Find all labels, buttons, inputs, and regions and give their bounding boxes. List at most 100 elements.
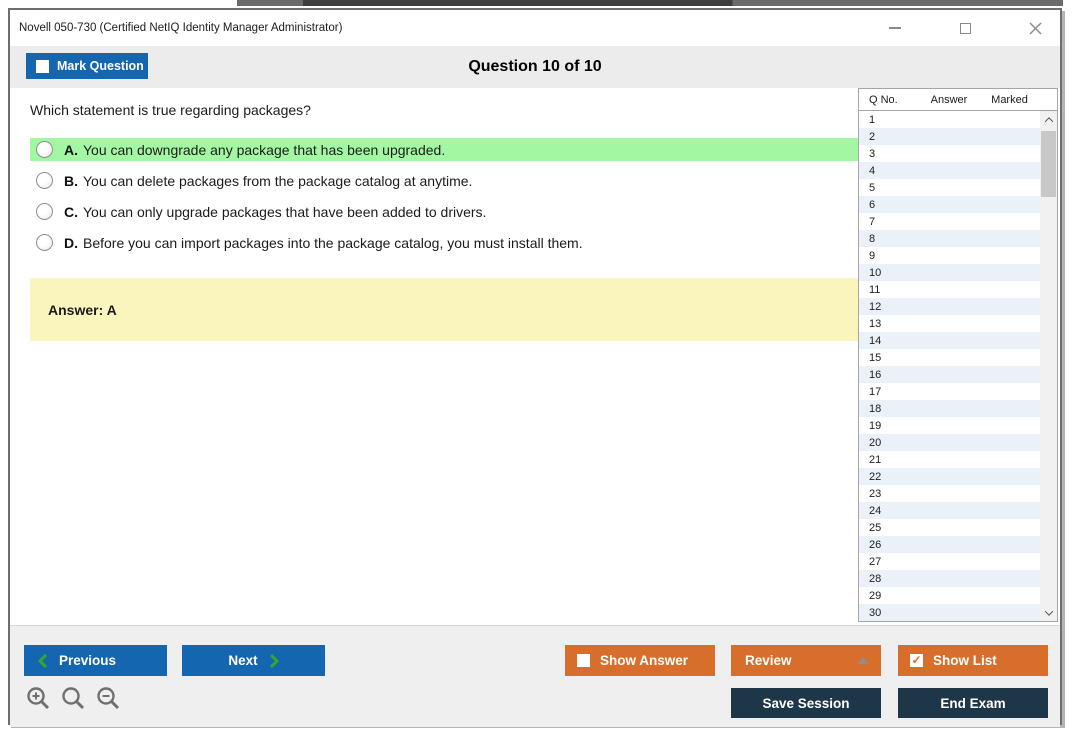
answer-label: Answer: A <box>30 302 117 318</box>
question-list-row[interactable]: 27 <box>859 553 1040 570</box>
question-list-cell-q: 19 <box>859 420 919 432</box>
close-icon <box>1029 22 1042 35</box>
maximize-icon <box>960 23 971 34</box>
question-list-cell-q: 28 <box>859 573 919 585</box>
question-list-cell-q: 8 <box>859 233 919 245</box>
question-list-cell-q: 1 <box>859 114 919 126</box>
question-list-row[interactable]: 26 <box>859 536 1040 553</box>
save-session-button[interactable]: Save Session <box>731 688 881 718</box>
option-d[interactable]: D. Before you can import packages into t… <box>30 231 860 254</box>
option-letter: A. <box>64 142 78 158</box>
question-list-row[interactable]: 22 <box>859 468 1040 485</box>
maximize-button[interactable] <box>950 15 980 41</box>
option-a-radio[interactable] <box>36 141 53 158</box>
question-list-cell-q: 16 <box>859 369 919 381</box>
question-list-panel: Q No. Answer Marked 12345678910111213141… <box>858 88 1058 622</box>
question-list-row[interactable]: 7 <box>859 213 1040 230</box>
question-list-cell-q: 22 <box>859 471 919 483</box>
show-answer-checkbox[interactable] <box>577 654 590 667</box>
show-answer-button[interactable]: Show Answer <box>565 645 715 676</box>
show-list-checkbox[interactable] <box>910 654 923 667</box>
option-c[interactable]: C. You can only upgrade packages that ha… <box>30 200 860 223</box>
question-list-cell-q: 18 <box>859 403 919 415</box>
main-content: Which statement is true regarding packag… <box>10 88 1060 625</box>
close-button[interactable] <box>1020 15 1050 41</box>
question-list-row[interactable]: 5 <box>859 179 1040 196</box>
question-list-row[interactable]: 13 <box>859 315 1040 332</box>
chevron-up-icon <box>1044 117 1052 125</box>
review-button[interactable]: Review <box>731 645 881 676</box>
question-list-cell-q: 7 <box>859 216 919 228</box>
question-list-cell-q: 21 <box>859 454 919 466</box>
question-list-row[interactable]: 18 <box>859 400 1040 417</box>
question-list-cell-q: 2 <box>859 131 919 143</box>
question-list-row[interactable]: 28 <box>859 570 1040 587</box>
question-list-row[interactable]: 2 <box>859 128 1040 145</box>
zoom-reset-icon[interactable] <box>61 686 87 712</box>
zoom-in-icon[interactable] <box>26 686 52 712</box>
window-controls <box>880 10 1050 46</box>
question-list-row[interactable]: 11 <box>859 281 1040 298</box>
title-bar: Novell 050-730 (Certified NetIQ Identity… <box>10 10 1060 46</box>
question-list-row[interactable]: 9 <box>859 247 1040 264</box>
question-list-cell-q: 10 <box>859 267 919 279</box>
question-list-row[interactable]: 21 <box>859 451 1040 468</box>
window-title: Novell 050-730 (Certified NetIQ Identity… <box>10 22 342 34</box>
header-strip: Question 10 of 10 Mark Question <box>10 46 1060 88</box>
question-list-row[interactable]: 25 <box>859 519 1040 536</box>
option-b[interactable]: B. You can delete packages from the pack… <box>30 169 860 192</box>
mark-question-checkbox[interactable] <box>36 60 49 73</box>
question-list-cell-q: 30 <box>859 607 919 619</box>
question-list-row[interactable]: 4 <box>859 162 1040 179</box>
previous-label: Previous <box>59 653 116 668</box>
scroll-up-button[interactable] <box>1040 111 1057 128</box>
question-list-cell-q: 27 <box>859 556 919 568</box>
question-list-rows: 1234567891011121314151617181920212223242… <box>859 111 1057 621</box>
question-list-row[interactable]: 23 <box>859 485 1040 502</box>
question-list-scrollbar[interactable] <box>1040 111 1057 621</box>
next-button[interactable]: Next <box>182 645 325 676</box>
question-list-row[interactable]: 20 <box>859 434 1040 451</box>
show-list-label: Show List <box>933 653 997 668</box>
option-letter: D. <box>64 235 78 251</box>
mark-question-button[interactable]: Mark Question <box>26 53 148 79</box>
option-c-radio[interactable] <box>36 203 53 220</box>
question-list-cell-q: 14 <box>859 335 919 347</box>
options-list: A. You can downgrade any package that ha… <box>30 138 860 262</box>
question-list-row[interactable]: 24 <box>859 502 1040 519</box>
question-list-cell-q: 23 <box>859 488 919 500</box>
option-a[interactable]: A. You can downgrade any package that ha… <box>30 138 860 161</box>
scroll-down-button[interactable] <box>1040 604 1057 621</box>
question-list-body: 1234567891011121314151617181920212223242… <box>859 111 1057 621</box>
question-list-row[interactable]: 15 <box>859 349 1040 366</box>
question-list-row[interactable]: 1 <box>859 111 1040 128</box>
question-list-row[interactable]: 3 <box>859 145 1040 162</box>
minimize-icon <box>889 27 901 29</box>
minimize-button[interactable] <box>880 15 910 41</box>
question-list-cell-q: 17 <box>859 386 919 398</box>
end-exam-button[interactable]: End Exam <box>898 688 1048 718</box>
show-list-button[interactable]: Show List <box>898 645 1048 676</box>
chevron-right-icon <box>270 654 279 668</box>
option-b-radio[interactable] <box>36 172 53 189</box>
question-list-row[interactable]: 16 <box>859 366 1040 383</box>
zoom-out-icon[interactable] <box>96 686 122 712</box>
chevron-down-icon <box>1044 607 1052 615</box>
question-list-row[interactable]: 17 <box>859 383 1040 400</box>
option-text: You can delete packages from the package… <box>83 173 472 189</box>
question-list-row[interactable]: 29 <box>859 587 1040 604</box>
question-text: Which statement is true regarding packag… <box>30 102 311 118</box>
option-d-radio[interactable] <box>36 234 53 251</box>
question-list-row[interactable]: 14 <box>859 332 1040 349</box>
question-list-row[interactable]: 30 <box>859 604 1040 621</box>
mark-question-label: Mark Question <box>57 59 144 73</box>
question-list-row[interactable]: 19 <box>859 417 1040 434</box>
question-list-row[interactable]: 8 <box>859 230 1040 247</box>
previous-button[interactable]: Previous <box>24 645 167 676</box>
question-list-row[interactable]: 12 <box>859 298 1040 315</box>
question-list-row[interactable]: 6 <box>859 196 1040 213</box>
footer-bar: Previous Next Show Answer Review Show Li… <box>10 625 1060 727</box>
app-window: Novell 050-730 (Certified NetIQ Identity… <box>8 8 1062 725</box>
scrollbar-thumb[interactable] <box>1041 131 1056 197</box>
question-list-row[interactable]: 10 <box>859 264 1040 281</box>
